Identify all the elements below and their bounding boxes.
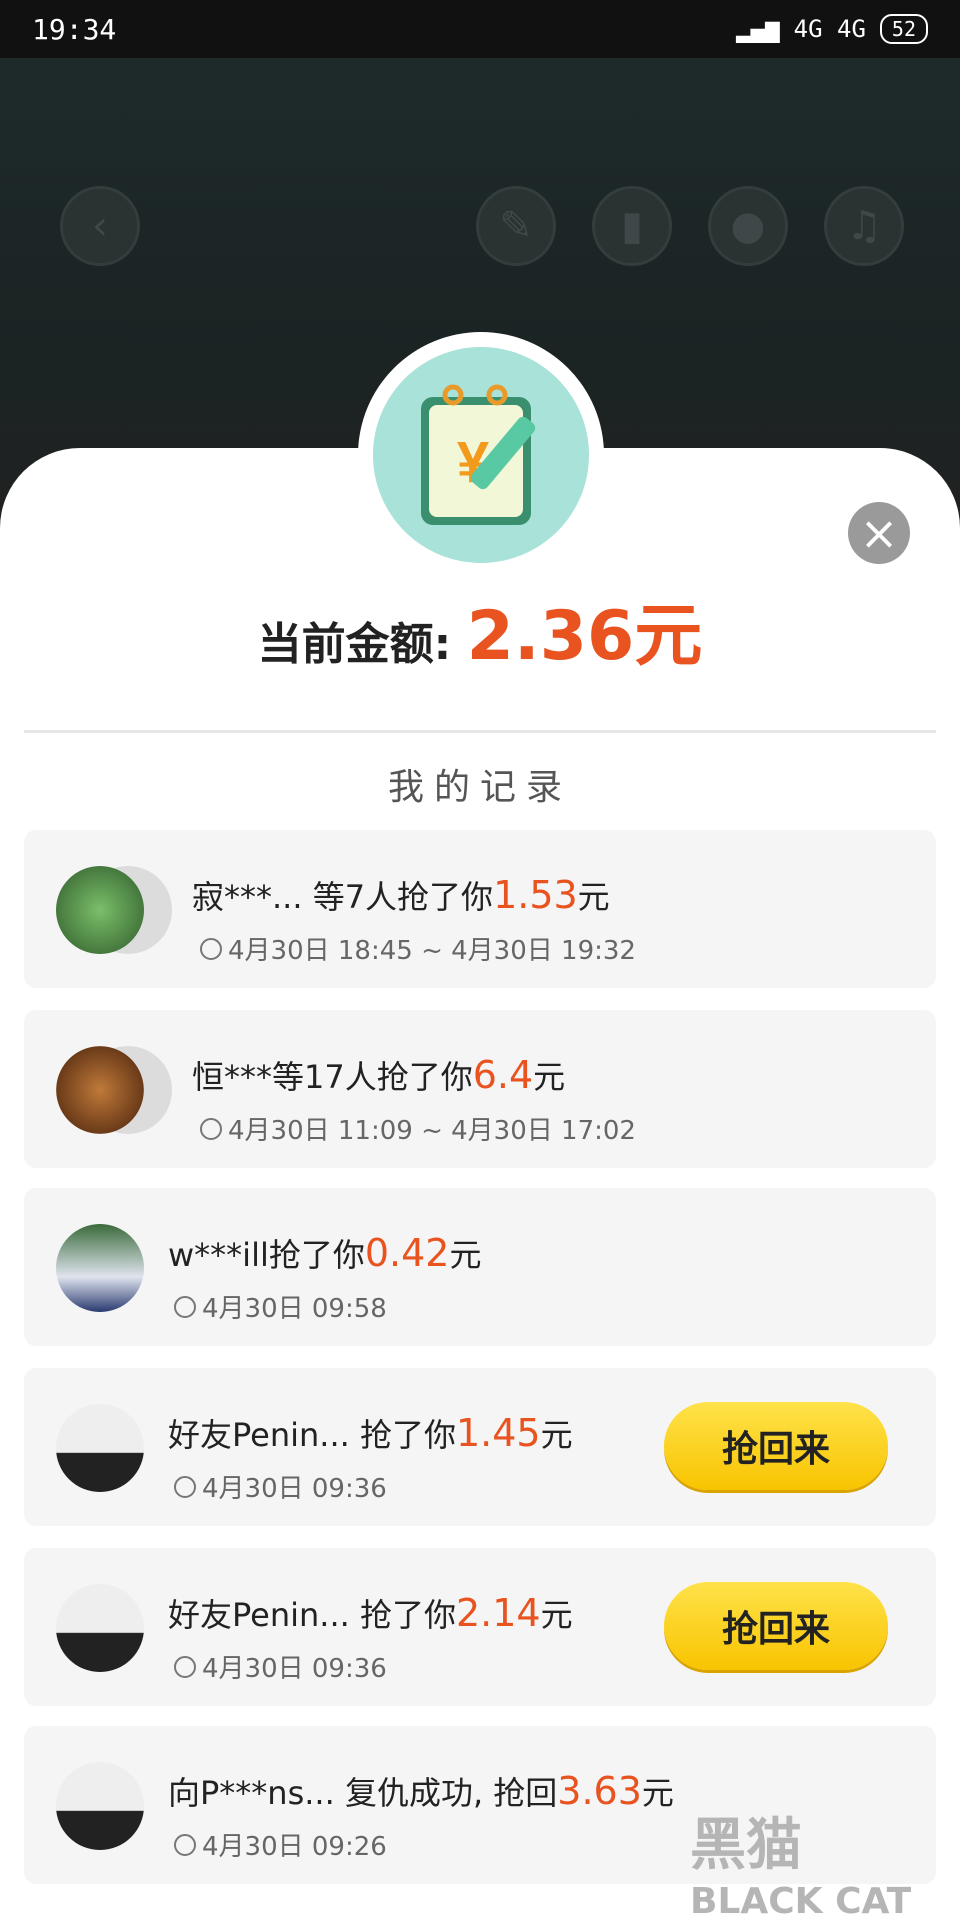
record-unit: 元 — [540, 1596, 573, 1634]
record-text: 好友Penin... 抢了你 — [168, 1416, 456, 1454]
close-icon: × — [859, 506, 899, 560]
watermark: 黑猫 BLACK CAT — [690, 1800, 911, 1922]
avatar — [56, 1404, 144, 1492]
stats-icon[interactable]: ▮ — [592, 186, 672, 266]
record-unit: 元 — [577, 878, 610, 916]
clock-icon — [174, 1655, 196, 1678]
signal-icon: ▂▄▆ — [736, 15, 780, 43]
clock-icon — [174, 1295, 196, 1318]
record-time: 4月30日 09:36 — [202, 1474, 387, 1504]
clock-icon — [174, 1475, 196, 1498]
record-amount: 0.42 — [364, 1231, 450, 1275]
record-item: 寂***... 等7人抢了你1.53元 4月30日 18:45 ~ 4月30日 … — [24, 830, 936, 988]
record-text: 向P***ns... 复仇成功, 抢回 — [168, 1774, 558, 1812]
record-text: w***ill抢了你 — [168, 1236, 365, 1274]
moneybag-icon[interactable]: ● — [708, 186, 788, 266]
avatar — [56, 1224, 144, 1312]
record-amount: 2.14 — [456, 1591, 541, 1635]
status-time: 19:34 — [32, 12, 117, 46]
balance-label: 当前金额: — [257, 619, 452, 670]
clock-icon — [200, 1117, 222, 1140]
record-item: 恒***等17人抢了你6.4元 4月30日 11:09 ~ 4月30日 17:0… — [24, 1010, 936, 1168]
watermark-cn: 黑猫 — [690, 1813, 802, 1878]
balance-amount: 2.36元 — [466, 597, 703, 676]
watermark-en: BLACK CAT — [690, 1881, 912, 1922]
balance-display: 当前金额: 2.36元 — [0, 580, 960, 679]
avatar — [56, 1584, 144, 1672]
ledger-notebook-icon: ¥ — [421, 384, 536, 525]
edit-icon[interactable]: ✎ — [476, 186, 556, 266]
avatar — [56, 866, 144, 954]
record-time: 4月30日 11:09 ~ 4月30日 17:02 — [228, 1116, 636, 1146]
grab-back-button[interactable]: 抢回来 — [664, 1402, 888, 1490]
section-title: 我的记录 — [387, 767, 572, 808]
clock-icon — [174, 1833, 196, 1856]
record-unit: 元 — [533, 1058, 566, 1096]
clock-icon — [200, 937, 222, 960]
record-amount: 1.53 — [493, 873, 578, 917]
ledger-badge: ¥ — [373, 347, 589, 563]
record-text: 恒***等17人抢了你 — [192, 1058, 473, 1096]
divider — [24, 730, 936, 733]
record-amount: 1.45 — [456, 1411, 541, 1455]
avatar — [56, 1046, 144, 1134]
record-item: 好友Penin... 抢了你1.45元 4月30日 09:36 抢回来 — [24, 1368, 936, 1526]
record-text: 好友Penin... 抢了你 — [168, 1596, 456, 1634]
record-amount: 6.4 — [472, 1053, 534, 1097]
battery-icon: 52 — [879, 14, 928, 44]
record-item: w***ill抢了你0.42元 4月30日 09:58 — [24, 1188, 936, 1346]
record-unit: 元 — [540, 1416, 573, 1454]
record-unit: 元 — [449, 1236, 482, 1274]
music-icon[interactable]: ♫ — [824, 186, 904, 266]
record-time: 4月30日 09:58 — [202, 1294, 387, 1324]
back-icon[interactable]: ‹ — [60, 186, 140, 266]
record-item: 好友Penin... 抢了你2.14元 4月30日 09:36 抢回来 — [24, 1548, 936, 1706]
grab-back-button[interactable]: 抢回来 — [664, 1582, 888, 1670]
record-unit: 元 — [641, 1774, 674, 1812]
record-time: 4月30日 09:36 — [202, 1654, 387, 1684]
record-time: 4月30日 18:45 ~ 4月30日 19:32 — [228, 936, 636, 966]
record-amount: 3.63 — [557, 1769, 642, 1813]
status-indicators: ▂▄▆ 4G 4G 52 — [736, 14, 928, 44]
avatar — [56, 1762, 144, 1850]
record-time: 4月30日 09:26 — [202, 1832, 387, 1862]
record-text: 寂***... 等7人抢了你 — [192, 878, 494, 916]
close-button[interactable]: × — [848, 502, 910, 564]
network-label: 4G 4G — [793, 15, 866, 43]
status-bar: 19:34 ▂▄▆ 4G 4G 52 — [0, 0, 960, 58]
